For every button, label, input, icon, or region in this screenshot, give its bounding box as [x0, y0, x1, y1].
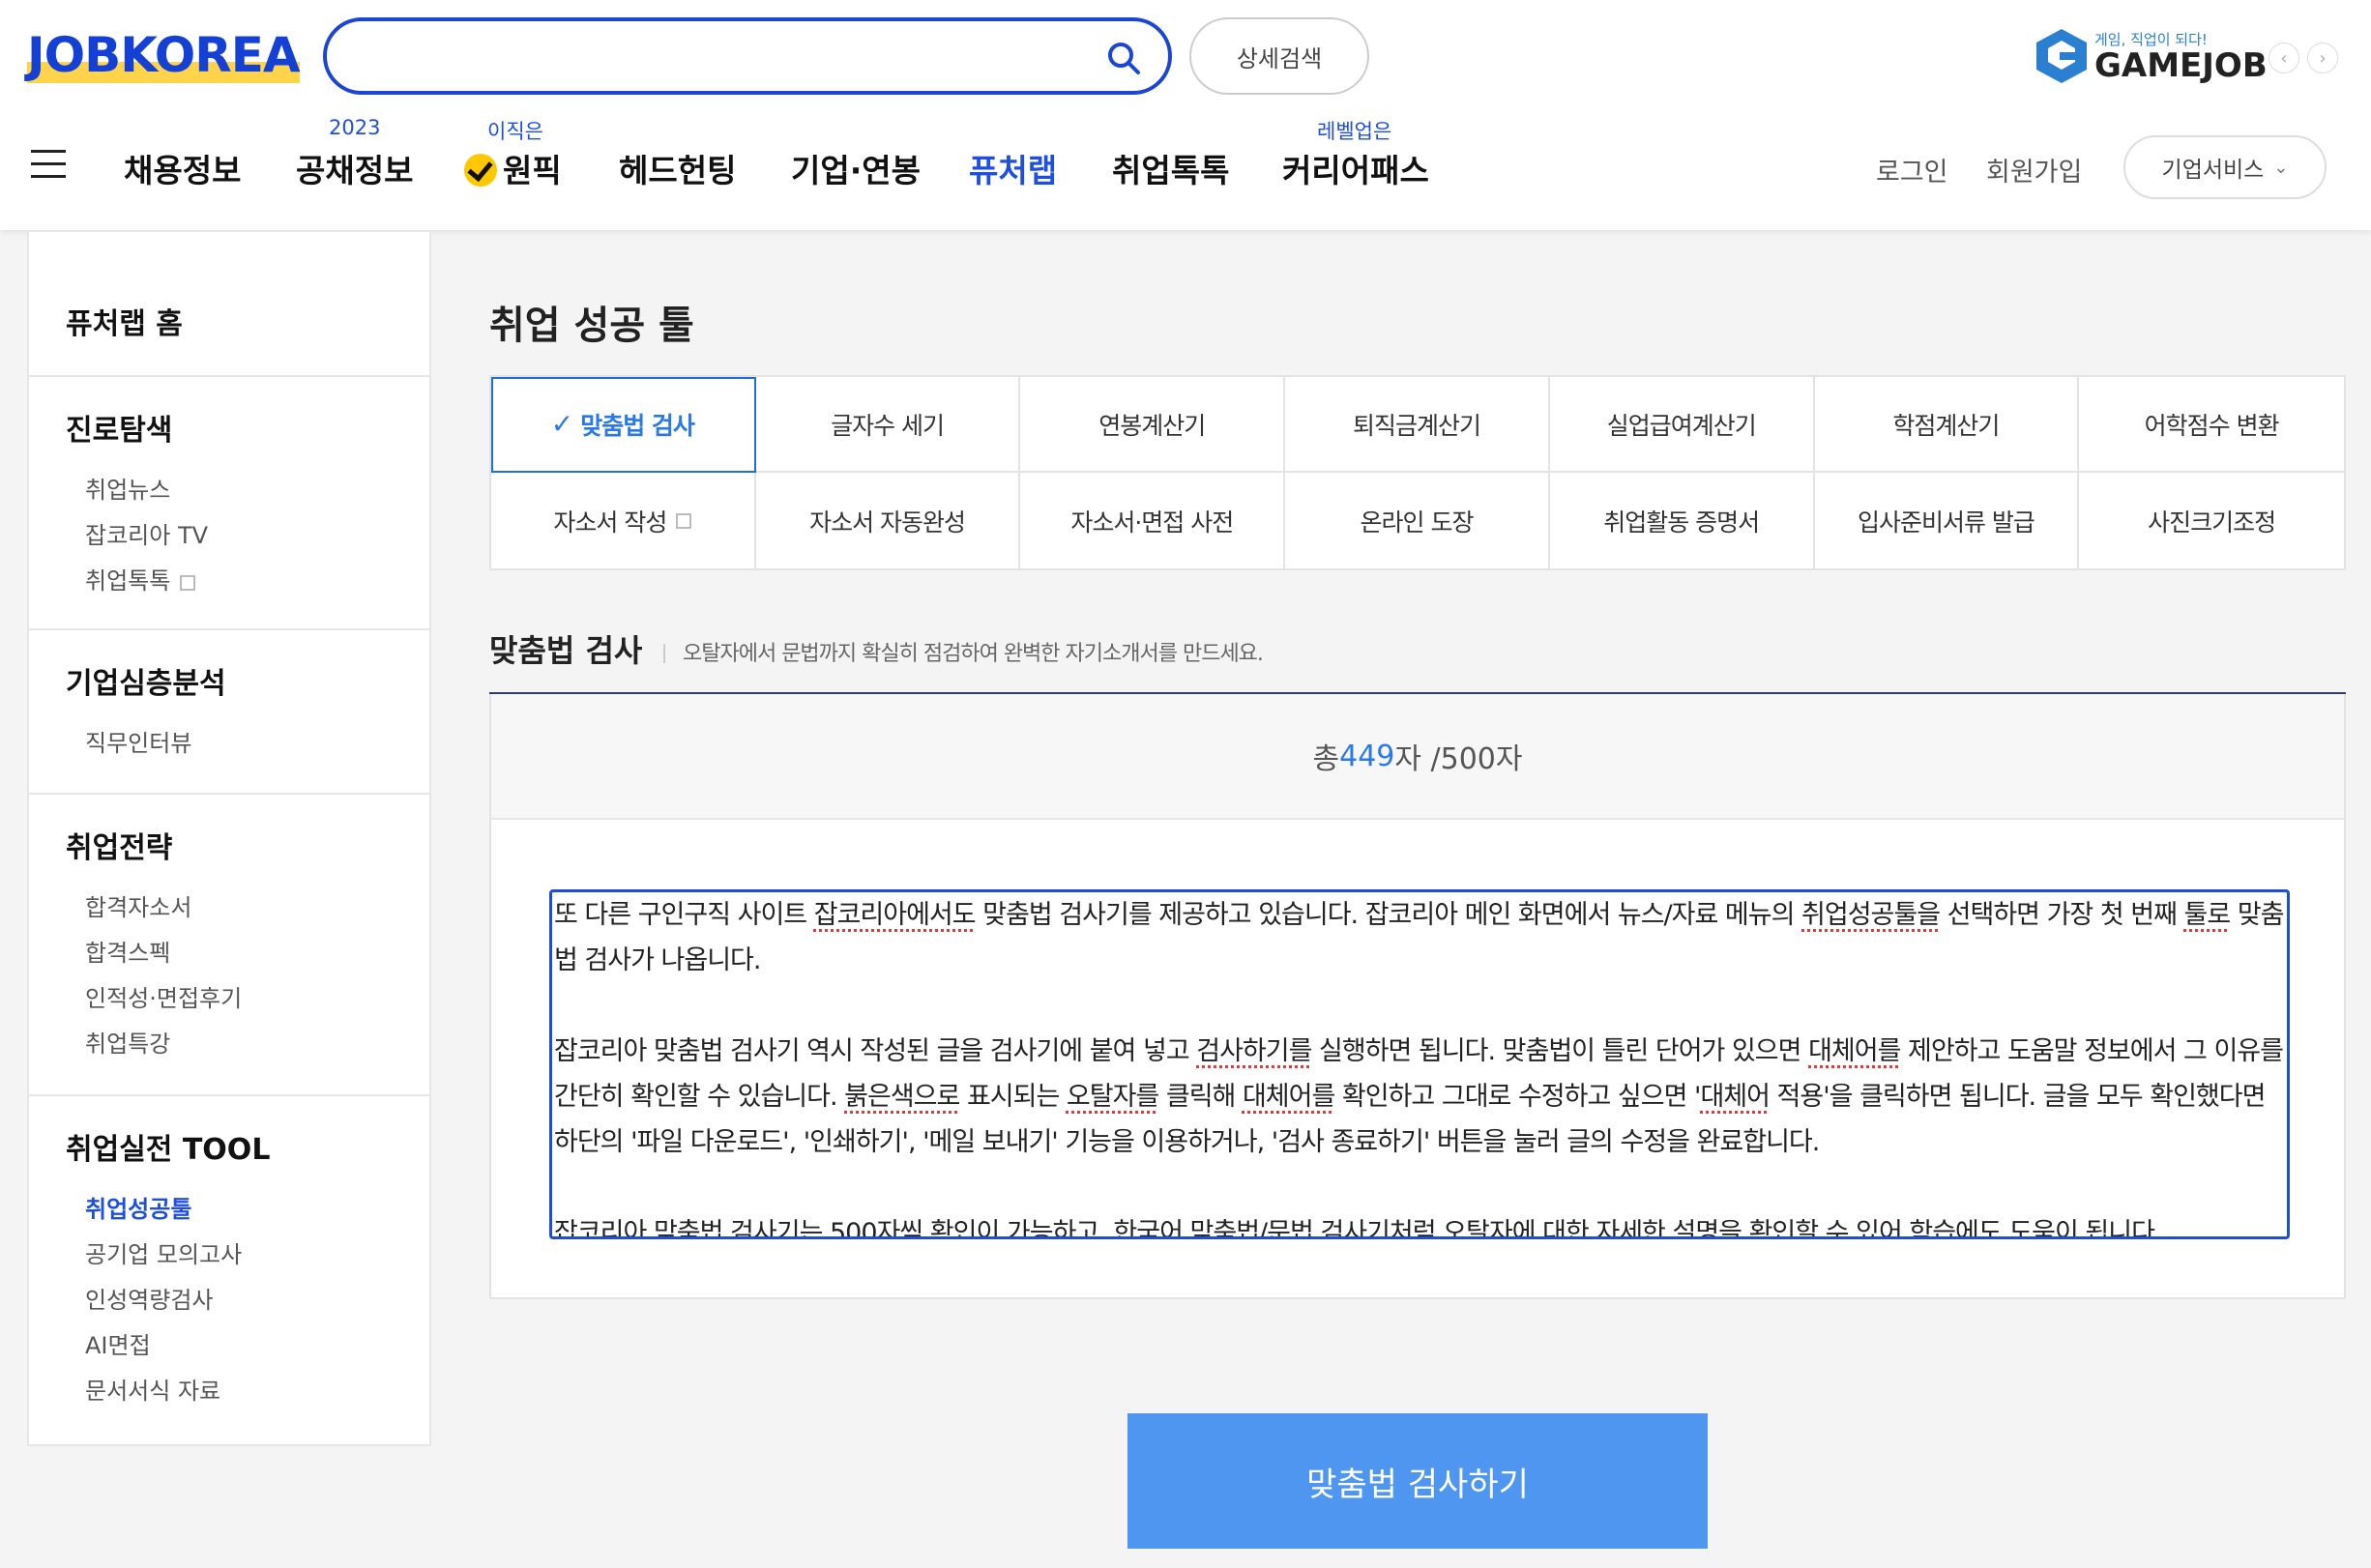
signup-link[interactable]: 회원가입: [1986, 151, 2082, 189]
tool-online-stamp[interactable]: 온라인 도장: [1285, 473, 1550, 568]
nav-futurelab[interactable]: 퓨처랩: [969, 145, 1057, 191]
sidebar-home-section: 퓨처랩 홈: [29, 232, 429, 377]
sidebar-item-specs[interactable]: 합격스펙: [66, 931, 429, 976]
spellcheck-submit-button[interactable]: 맞춤법 검사하기: [1127, 1413, 1708, 1549]
page-title: 취업 성공 툴: [489, 304, 694, 348]
tool-photo-resize[interactable]: 사진크기조정: [2079, 473, 2344, 568]
site-header: JOBKOREA 상세검색 게임, 직업이 되다! GAMEJOB ‹ › 채용…: [0, 0, 2371, 230]
sidebar-section-tools: 취업실전 TOOL 취업성공툴 공기업 모의고사 인성역량검사 AI면접 문서서…: [29, 1096, 429, 1414]
login-link[interactable]: 로그인: [1876, 151, 1948, 189]
char-count-bar: 총 449 자 / 500자: [491, 694, 2344, 820]
nav-sup-levelup: 레벨업은: [1317, 120, 1392, 143]
sidebar-item-tv[interactable]: 잡코리아 TV: [66, 513, 429, 559]
chevron-down-icon: ⌄: [2273, 157, 2289, 178]
search-icon[interactable]: [1104, 39, 1143, 77]
tool-essay-write[interactable]: 자소서 작성: [491, 473, 756, 568]
chevron-right-icon[interactable]: ›: [2307, 43, 2338, 73]
sidebar-item-lectures[interactable]: 취업특강: [66, 1022, 429, 1067]
nav-public-recruit[interactable]: 공채정보: [296, 145, 413, 191]
text-paragraph: 잡코리아 맞춤법 검사기 역시 작성된 글을 검사기에 붙여 넣고 검사하기를 …: [554, 1036, 2284, 1157]
chevron-left-icon[interactable]: ‹: [2269, 43, 2299, 73]
char-count-current: 449: [1339, 739, 1395, 773]
tool-activity-cert[interactable]: 취업활동 증명서: [1550, 473, 1815, 568]
biz-service-button[interactable]: 기업서비스 ⌄: [2123, 135, 2327, 199]
sidebar-title-strategy[interactable]: 취업전략: [66, 824, 429, 866]
tool-severance-calc[interactable]: 퇴직금계산기: [1285, 377, 1550, 473]
external-link-icon: [676, 512, 692, 529]
sidebar-item-reviews[interactable]: 인적성·면접후기: [66, 976, 429, 1022]
nav-career-path[interactable]: 커리어패스: [1282, 145, 1429, 191]
char-count-max: 500자: [1440, 742, 1523, 776]
gamejob-logo-icon: [2036, 29, 2087, 83]
nav-sup-onepick: 이직은: [487, 120, 543, 143]
nav-company-salary[interactable]: 기업·연봉: [791, 145, 921, 191]
tool-salary-calc[interactable]: 연봉계산기: [1020, 377, 1286, 473]
search-input[interactable]: [356, 37, 1110, 75]
sidebar-item-success-tools[interactable]: 취업성공툴: [66, 1187, 429, 1233]
tool-hiring-docs[interactable]: 입사준비서류 발급: [1815, 473, 2080, 568]
sidebar-item-essays[interactable]: 합격자소서: [66, 886, 429, 931]
sidebar-item-documents[interactable]: 문서서식 자료: [66, 1369, 429, 1414]
external-link-icon: [180, 575, 196, 591]
spellcheck-panel: 총 449 자 / 500자 또 다른 구인구직 사이트 잡코리아에서도 맞춤법 …: [489, 694, 2346, 1299]
sidebar-item-news[interactable]: 취업뉴스: [66, 468, 429, 513]
banner-arrows: ‹ ›: [2269, 43, 2346, 73]
sidebar-item-aptitude[interactable]: 인성역량검사: [66, 1278, 429, 1323]
nav-headhunting[interactable]: 헤드헌팅: [619, 145, 736, 191]
sidebar-title-tools[interactable]: 취업실전 TOOL: [66, 1125, 429, 1168]
search-box[interactable]: [323, 17, 1172, 95]
sidebar-item-talk[interactable]: 취업톡톡: [66, 559, 429, 604]
tool-essay-autocomplete[interactable]: 자소서 자동완성: [756, 473, 1021, 568]
sidebar-item-ai-interview[interactable]: AI면접: [66, 1323, 429, 1369]
menu-icon[interactable]: [31, 150, 66, 179]
tool-gpa-calc[interactable]: 학점계산기: [1814, 377, 2080, 473]
section-title: 맞춤법 검사: [489, 632, 643, 669]
text-paragraph: 잡코리아 맞춤법 검사기는 500자씩 확인이 가능하고, 한국어 맞춤법/문법…: [554, 1218, 2163, 1239]
sidebar-item-interview[interactable]: 직무인터뷰: [66, 721, 429, 767]
sidebar-section-career: 진로탐색 취업뉴스 잡코리아 TV 취업톡톡: [29, 377, 429, 630]
tool-lang-score[interactable]: 어학점수 변환: [2079, 377, 2344, 473]
sidebar-section-strategy: 취업전략 합격자소서 합격스펙 인적성·면접후기 취업특강: [29, 795, 429, 1096]
sidebar-home[interactable]: 퓨처랩 홈: [66, 300, 429, 342]
nav-sup-2023: 2023: [329, 116, 381, 139]
gamejob-banner[interactable]: 게임, 직업이 되다! GAMEJOB: [2034, 25, 2268, 87]
sidebar: 퓨처랩 홈 진로탐색 취업뉴스 잡코리아 TV 취업톡톡 기업심층분석 직무인터…: [27, 232, 431, 1446]
sidebar-item-mock-test[interactable]: 공기업 모의고사: [66, 1233, 429, 1278]
tool-unemployment-calc[interactable]: 실업급여계산기: [1549, 377, 1815, 473]
tool-char-count[interactable]: 글자수 세기: [755, 377, 1021, 473]
spellcheck-textarea[interactable]: 또 다른 구인구직 사이트 잡코리아에서도 맞춤법 검사기를 제공하고 있습니다…: [549, 889, 2290, 1239]
sidebar-title-company[interactable]: 기업심층분석: [66, 659, 429, 702]
section-description: 오탈자에서 문법까지 확실히 점검하여 완벽한 자기소개서를 만드세요.: [663, 636, 1264, 667]
tool-spellcheck[interactable]: 맞춤법 검사: [491, 377, 756, 473]
nav-onepick[interactable]: 원픽: [464, 145, 562, 191]
check-badge-icon: [464, 154, 497, 187]
sidebar-title-career[interactable]: 진로탐색: [66, 406, 429, 449]
sidebar-section-company: 기업심층분석 직무인터뷰: [29, 630, 429, 795]
tool-grid: 맞춤법 검사 글자수 세기 연봉계산기 퇴직금계산기 실업급여계산기 학점계산기…: [489, 375, 2346, 570]
nav-job-talk[interactable]: 취업톡톡: [1112, 145, 1229, 191]
tool-essay-dictionary[interactable]: 자소서·면접 사전: [1020, 473, 1286, 568]
nav-recruit[interactable]: 채용정보: [124, 145, 241, 191]
gamejob-name: GAMEJOB: [2094, 46, 2268, 85]
detail-search-button[interactable]: 상세검색: [1189, 17, 1369, 95]
jobkorea-logo[interactable]: JOBKOREA: [27, 27, 301, 83]
text-paragraph: 또 다른 구인구직 사이트 잡코리아에서도 맞춤법 검사기를 제공하고 있습니다…: [554, 900, 2284, 975]
